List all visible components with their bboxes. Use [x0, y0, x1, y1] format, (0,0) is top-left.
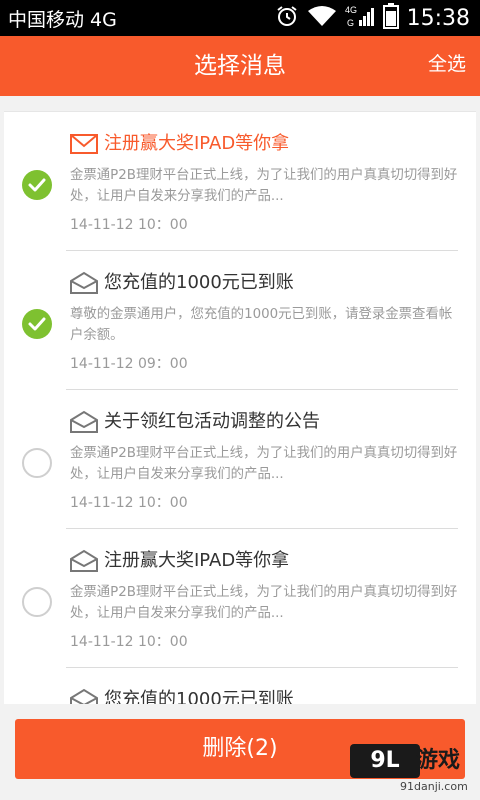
carrier-label: 中国移动 4G	[8, 8, 117, 31]
checkbox-checked[interactable]	[22, 309, 52, 339]
message-preview: 尊敬的金票通用户，您充值的1000元已到账，请登录金票查看帐户余额。	[70, 307, 453, 343]
message-time: 14-11-12 10：00	[70, 217, 188, 233]
message-item[interactable]: 注册赢大奖IPAD等你拿 金票通P2B理财平台正式上线，为了让我们的用户真真切切…	[4, 529, 476, 668]
message-time: 14-11-12 10：00	[70, 634, 188, 650]
message-preview: 金票通P2B理财平台正式上线，为了让我们的用户真真切切得到好处，让用户自发来分享…	[70, 168, 458, 204]
message-title: 注册赢大奖IPAD等你拿	[104, 550, 290, 571]
alarm-icon	[275, 4, 299, 32]
message-preview: 金票通P2B理财平台正式上线，为了让我们的用户真真切切得到好处，让用户自发来分享…	[70, 585, 458, 621]
checkmark-icon	[28, 178, 46, 192]
mail-open-icon	[70, 688, 98, 704]
message-item[interactable]: 您充值的1000元已到账 尊敬的金票通用户，您充值的1000元已到账，请登录金票…	[4, 251, 476, 390]
page-title: 选择消息	[194, 53, 286, 79]
checkbox-unchecked[interactable]	[22, 587, 52, 617]
message-time: 14-11-12 09：00	[70, 356, 188, 372]
message-title: 注册赢大奖IPAD等你拿	[104, 133, 290, 154]
checkbox-unchecked[interactable]	[22, 448, 52, 478]
message-preview: 金票通P2B理财平台正式上线，为了让我们的用户真真切切得到好处，让用户自发来分享…	[70, 446, 458, 482]
mail-open-icon	[70, 410, 98, 433]
message-title: 您充值的1000元已到账	[104, 689, 294, 704]
checkmark-icon	[28, 317, 46, 331]
svg-text:4G: 4G	[345, 5, 357, 15]
message-title: 您充值的1000元已到账	[104, 272, 294, 293]
clock: 15:38	[406, 5, 470, 31]
message-time: 14-11-12 10：00	[70, 495, 188, 511]
checkbox-checked[interactable]	[22, 170, 52, 200]
wifi-icon	[307, 5, 337, 31]
message-item[interactable]: 关于领红包活动调整的公告 金票通P2B理财平台正式上线，为了让我们的用户真真切切…	[4, 390, 476, 529]
title-bar: 选择消息 全选	[0, 36, 480, 96]
message-item[interactable]: 您充值的1000元已到账	[4, 668, 476, 704]
watermark-url: 91danji.com	[400, 780, 468, 793]
mail-open-icon	[70, 549, 98, 572]
message-list[interactable]: 注册赢大奖IPAD等你拿 金票通P2B理财平台正式上线，为了让我们的用户真真切切…	[0, 96, 480, 704]
message-list-card: 注册赢大奖IPAD等你拿 金票通P2B理财平台正式上线，为了让我们的用户真真切切…	[4, 111, 476, 704]
status-bar: 中国移动 4G 4G G 15:38	[0, 0, 480, 36]
mail-icon	[70, 134, 98, 154]
watermark-badge: 9L	[350, 744, 420, 778]
select-all-button[interactable]: 全选	[428, 36, 466, 92]
status-icons: 4G G 15:38	[275, 3, 470, 33]
watermark-logo: 9L 游戏 91danji.com	[330, 738, 480, 800]
signal-icon: 4G G	[345, 4, 375, 32]
watermark-brand: 游戏	[416, 748, 461, 773]
message-item[interactable]: 注册赢大奖IPAD等你拿 金票通P2B理财平台正式上线，为了让我们的用户真真切切…	[4, 112, 476, 251]
svg-text:G: G	[347, 18, 354, 28]
battery-icon	[382, 3, 399, 33]
mail-open-icon	[70, 271, 98, 294]
message-title: 关于领红包活动调整的公告	[104, 411, 320, 432]
